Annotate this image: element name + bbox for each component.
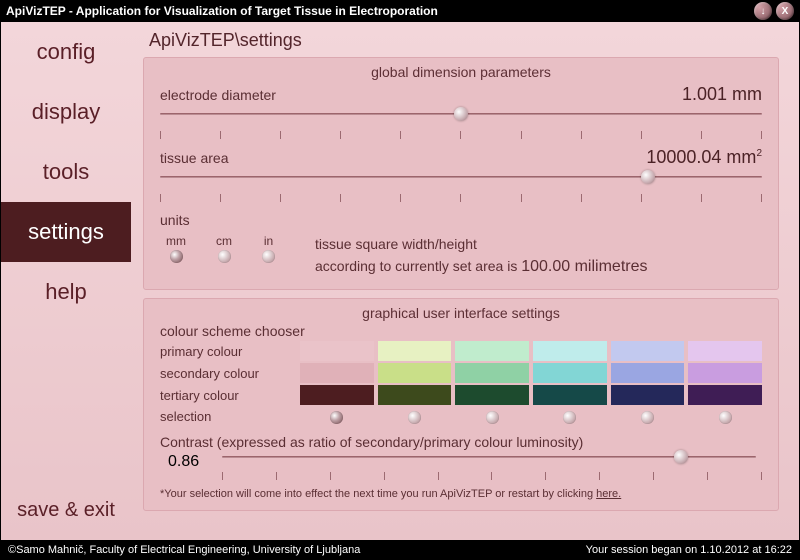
swatch-tertiary-6[interactable] [688, 385, 762, 405]
primary-colour-label: primary colour [160, 344, 300, 359]
swatch-primary-2[interactable] [378, 341, 452, 361]
swatch-tertiary-1[interactable] [300, 385, 374, 405]
colour-radio-1[interactable] [330, 411, 343, 424]
status-right: Your session began on 1.10.2012 at 16:22 [586, 544, 792, 556]
swatch-secondary-5[interactable] [611, 363, 685, 383]
panel-gui-settings: graphical user interface settings colour… [143, 298, 779, 511]
slider-ticks [160, 131, 762, 139]
unit-option-cm[interactable]: cm [216, 234, 232, 263]
swatch-tertiary-2[interactable] [378, 385, 452, 405]
secondary-swatch-row [300, 363, 762, 383]
swatch-secondary-3[interactable] [455, 363, 529, 383]
status-left: ©Samo Mahnič, Faculty of Electrical Engi… [8, 544, 360, 556]
sidebar-item-label: config [37, 39, 96, 65]
sidebar-item-label: save & exit [17, 499, 115, 522]
tissue-area-value: 10000.04 mm2 [646, 147, 762, 168]
restart-note: *Your selection will come into effect th… [160, 488, 762, 500]
swatch-primary-1[interactable] [300, 341, 374, 361]
tissue-area-slider[interactable] [160, 172, 762, 192]
contrast-slider[interactable] [222, 452, 756, 472]
swatch-secondary-4[interactable] [533, 363, 607, 383]
colour-selection-radios [300, 409, 762, 424]
minimize-button[interactable]: ↓ [754, 2, 772, 20]
colour-radio-5[interactable] [641, 411, 654, 424]
sidebar-item-label: display [32, 99, 100, 125]
statusbar: ©Samo Mahnič, Faculty of Electrical Engi… [0, 540, 800, 560]
swatch-primary-5[interactable] [611, 341, 685, 361]
tertiary-swatch-row [300, 385, 762, 405]
swatch-tertiary-4[interactable] [533, 385, 607, 405]
breadcrumb: ApiVizTEP\settings [143, 28, 779, 57]
colour-radio-6[interactable] [719, 411, 732, 424]
swatch-secondary-6[interactable] [688, 363, 762, 383]
sidebar-item-label: help [45, 279, 87, 305]
sidebar-item-save-exit[interactable]: save & exit [1, 480, 131, 540]
panel-title: graphical user interface settings [160, 305, 762, 321]
sidebar-item-config[interactable]: config [1, 22, 131, 82]
contrast-value: 0.86 [160, 453, 216, 471]
selection-label: selection [160, 409, 300, 424]
restart-link[interactable]: here. [596, 488, 621, 500]
colour-radio-3[interactable] [486, 411, 499, 424]
titlebar: ApiVizTEP - Application for Visualizatio… [0, 0, 800, 22]
swatch-secondary-2[interactable] [378, 363, 452, 383]
swatch-tertiary-5[interactable] [611, 385, 685, 405]
colour-radio-2[interactable] [408, 411, 421, 424]
swatch-primary-6[interactable] [688, 341, 762, 361]
radio-icon [262, 250, 275, 263]
radio-icon [170, 250, 183, 263]
secondary-colour-label: secondary colour [160, 366, 300, 381]
window-title: ApiVizTEP - Application for Visualizatio… [6, 4, 438, 18]
primary-swatch-row [300, 341, 762, 361]
slider-ticks [222, 472, 762, 480]
main-content: ApiVizTEP\settings global dimension para… [131, 22, 799, 540]
swatch-primary-3[interactable] [455, 341, 529, 361]
radio-icon [218, 250, 231, 263]
units-label: units [160, 212, 762, 228]
swatch-secondary-1[interactable] [300, 363, 374, 383]
sidebar-item-settings[interactable]: settings [1, 202, 131, 262]
unit-label: in [264, 234, 273, 248]
unit-label: mm [166, 234, 186, 248]
sidebar-item-tools[interactable]: tools [1, 142, 131, 202]
units-description: tissue square width/height according to … [315, 234, 648, 279]
units-radio-group: mm cm in [160, 234, 275, 263]
swatch-tertiary-3[interactable] [455, 385, 529, 405]
swatch-primary-4[interactable] [533, 341, 607, 361]
sidebar: config display tools settings help save … [1, 22, 131, 540]
sidebar-item-label: tools [43, 159, 89, 185]
colour-radio-4[interactable] [563, 411, 576, 424]
colour-chooser-label: colour scheme chooser [160, 323, 762, 339]
electrode-diameter-label: electrode diameter [160, 87, 276, 103]
close-button[interactable]: X [776, 2, 794, 20]
panel-title: global dimension parameters [160, 64, 762, 80]
tertiary-colour-label: tertiary colour [160, 388, 300, 403]
panel-global-dimensions: global dimension parameters electrode di… [143, 57, 779, 290]
unit-option-in[interactable]: in [262, 234, 275, 263]
slider-ticks [160, 194, 762, 202]
contrast-label: Contrast (expressed as ratio of secondar… [160, 434, 762, 450]
unit-label: cm [216, 234, 232, 248]
electrode-diameter-slider[interactable] [160, 109, 762, 129]
tissue-area-label: tissue area [160, 150, 228, 166]
sidebar-item-help[interactable]: help [1, 262, 131, 322]
sidebar-item-label: settings [28, 219, 104, 245]
sidebar-item-display[interactable]: display [1, 82, 131, 142]
electrode-diameter-value: 1.001 mm [682, 84, 762, 105]
unit-option-mm[interactable]: mm [166, 234, 186, 263]
